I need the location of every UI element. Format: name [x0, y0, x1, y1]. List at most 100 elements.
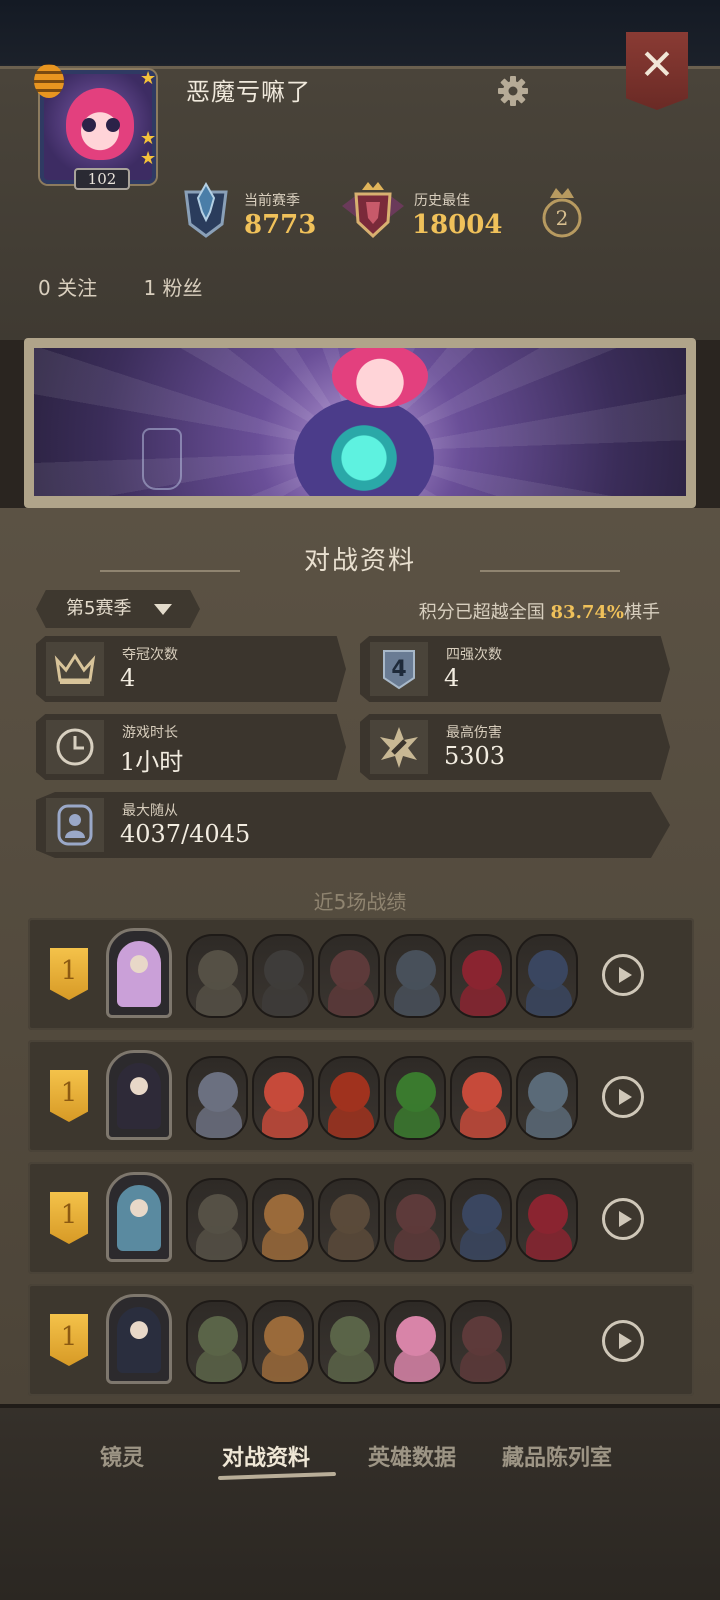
tab-mirror-spirit[interactable]: 镜灵 [100, 1440, 144, 1472]
unit-body [262, 982, 308, 1016]
unit-body [394, 1226, 440, 1260]
unit-portrait[interactable] [318, 934, 380, 1018]
unit-portrait[interactable] [450, 1178, 512, 1262]
unit-body [328, 1104, 374, 1138]
replay-play-icon[interactable] [602, 1198, 644, 1240]
unit-portrait[interactable] [186, 1056, 248, 1140]
unit-portrait[interactable] [318, 1056, 380, 1140]
followers-count[interactable]: 1 粉丝 [143, 276, 202, 300]
unit-portrait[interactable] [450, 1056, 512, 1140]
placement-badge: 1 [50, 948, 88, 1000]
current-season-score: 8773 [244, 210, 317, 240]
unit-body [460, 1226, 506, 1260]
stat-value: 5303 [444, 742, 506, 770]
stat-value: 1小时 [120, 748, 184, 776]
recent-matches-title: 近5场战绩 [313, 890, 407, 914]
gear-icon[interactable] [496, 74, 530, 108]
beat-prefix: 积分已超越全国 [418, 602, 551, 623]
unit-portrait[interactable] [384, 934, 446, 1018]
replay-play-icon[interactable] [602, 954, 644, 996]
unit-portrait[interactable] [384, 1178, 446, 1262]
unit-portrait[interactable] [384, 1300, 446, 1384]
hero-art [117, 1185, 161, 1251]
avatar-eye-right [106, 118, 120, 132]
unit-body [328, 982, 374, 1016]
stat-label: 最大随从 [122, 803, 178, 819]
stat-card-championships: 夺冠次数 4 [36, 636, 346, 702]
stat-label: 四强次数 [446, 647, 502, 663]
avatar-eye-left [82, 118, 96, 132]
avatar[interactable]: ★ ★ ★ 102 [34, 64, 157, 190]
tab-hero-data[interactable]: 英雄数据 [368, 1440, 456, 1472]
hero-art [117, 1307, 161, 1373]
placement-badge: 1 [50, 1314, 88, 1366]
chevron-down-icon[interactable] [154, 604, 172, 615]
player-level: 102 [74, 168, 130, 190]
unit-portrait[interactable] [252, 1178, 314, 1262]
unit-body [460, 1104, 506, 1138]
unit-body [262, 1104, 308, 1138]
bottom-nav [0, 1404, 720, 1600]
unit-portrait[interactable] [516, 934, 578, 1018]
profile-banner[interactable] [34, 348, 686, 496]
avatar-face [66, 88, 134, 160]
unit-body [196, 1104, 242, 1138]
stat-card-max-minion: 最大随从 4037/4045 [36, 792, 670, 858]
tab-collection-room[interactable]: 藏品陈列室 [502, 1440, 612, 1472]
match-card[interactable]: 1 [28, 1040, 694, 1152]
unit-body [328, 1226, 374, 1260]
stat-label: 夺冠次数 [122, 647, 178, 663]
beat-percentage: 积分已超越全国 83.74%棋手 [419, 598, 660, 624]
following-count[interactable]: 0 关注 [38, 276, 97, 300]
bottle-icon [142, 428, 182, 490]
stat-label: 最高伤害 [446, 725, 502, 741]
unit-portrait[interactable] [186, 1178, 248, 1262]
crown-shield-rank-icon [342, 182, 404, 239]
match-card[interactable]: 1 [28, 918, 694, 1030]
unit-body [196, 1348, 242, 1382]
hero-portrait[interactable] [106, 1050, 172, 1140]
top4-shield-icon: 4 [370, 642, 428, 696]
hero-art [117, 1063, 161, 1129]
replay-play-icon[interactable] [602, 1320, 644, 1362]
unit-portrait[interactable] [252, 1300, 314, 1384]
svg-text:4: 4 [391, 657, 406, 682]
unit-portrait[interactable] [384, 1056, 446, 1140]
unit-portrait[interactable] [318, 1300, 380, 1384]
unit-body [394, 982, 440, 1016]
hero-portrait[interactable] [106, 928, 172, 1018]
stat-card-top4: 4 四强次数 4 [360, 636, 670, 702]
unit-portrait[interactable] [450, 1300, 512, 1384]
unit-portrait[interactable] [318, 1178, 380, 1262]
star-icon: ★ [140, 128, 157, 149]
stat-label: 游戏时长 [122, 725, 178, 741]
season-select[interactable]: 第5赛季 [36, 590, 200, 628]
stat-card-playtime: 游戏时长 1小时 [36, 714, 346, 780]
section-title: 对战资料 [303, 546, 416, 576]
unit-body [328, 1348, 374, 1382]
unit-body [262, 1226, 308, 1260]
match-card[interactable]: 1 [28, 1284, 694, 1396]
unit-portrait[interactable] [186, 1300, 248, 1384]
minion-icon [46, 798, 104, 852]
unit-body [526, 982, 572, 1016]
tab-battle-data[interactable]: 对战资料 [222, 1440, 310, 1472]
stat-value: 4 [120, 664, 136, 692]
hero-portrait[interactable] [106, 1172, 172, 1262]
close-button[interactable]: ✕ [626, 32, 688, 110]
unit-portrait[interactable] [450, 934, 512, 1018]
beat-pct: 83.74% [550, 602, 624, 623]
best-score: 18004 [412, 210, 503, 240]
unit-portrait[interactable] [516, 1178, 578, 1262]
clock-icon [46, 720, 104, 774]
crown-icon [46, 642, 104, 696]
hero-portrait[interactable] [106, 1294, 172, 1384]
unit-portrait[interactable] [186, 934, 248, 1018]
match-card[interactable]: 1 [28, 1162, 694, 1274]
unit-portrait[interactable] [252, 1056, 314, 1140]
unit-body [526, 1104, 572, 1138]
replay-play-icon[interactable] [602, 1076, 644, 1118]
close-icon: ✕ [639, 40, 675, 89]
unit-portrait[interactable] [516, 1056, 578, 1140]
unit-portrait[interactable] [252, 934, 314, 1018]
